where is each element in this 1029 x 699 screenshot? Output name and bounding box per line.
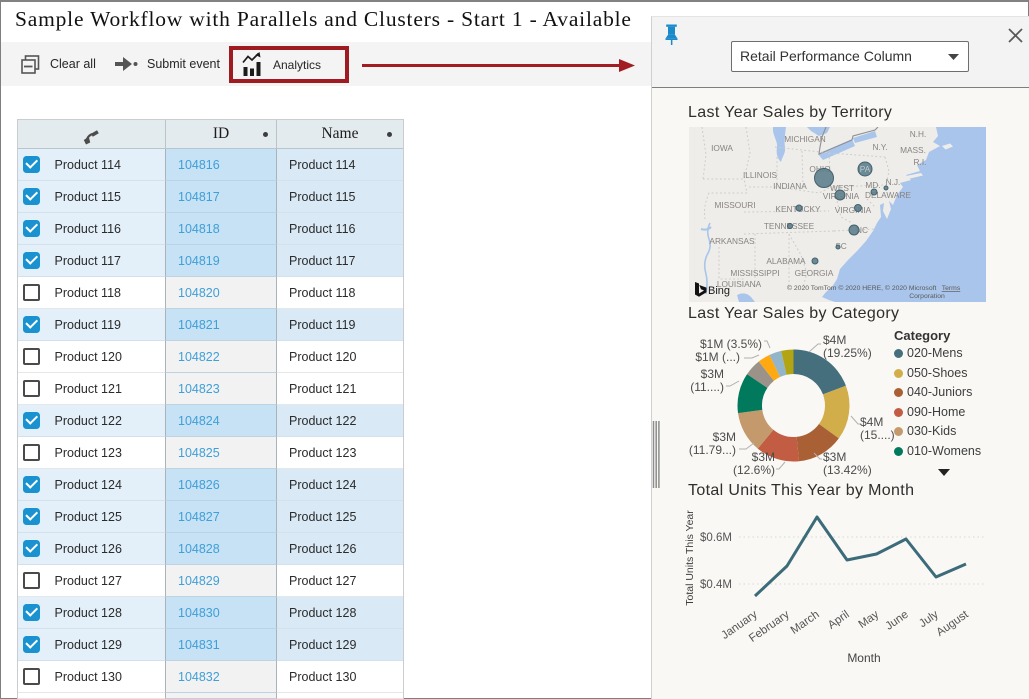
svg-text:(11....): (11....) — [690, 380, 724, 394]
svg-text:MICHIGAN: MICHIGAN — [784, 134, 826, 144]
svg-text:MD.: MD. — [865, 180, 880, 190]
svg-text:N.J.: N.J. — [886, 177, 901, 187]
svg-text:MISSOURI: MISSOURI — [714, 200, 755, 210]
svg-text:$1M (...): $1M (...) — [695, 350, 740, 364]
svg-text:$3M: $3M — [752, 450, 775, 464]
svg-text:$1M (3.5%): $1M (3.5%) — [700, 337, 762, 351]
svg-text:MASS.: MASS. — [900, 145, 926, 155]
svg-text:VIRGINIA: VIRGINIA — [835, 205, 872, 215]
svg-text:$4M: $4M — [860, 415, 883, 429]
svg-text:(19.25%): (19.25%) — [823, 346, 872, 360]
svg-text:Corporation: Corporation — [909, 293, 945, 300]
svg-text:ARKANSAS: ARKANSAS — [709, 236, 755, 246]
svg-text:IOWA: IOWA — [711, 143, 733, 153]
svg-text:(15....): (15....) — [860, 428, 895, 442]
svg-text:ALABAMA: ALABAMA — [766, 256, 806, 266]
svg-text:$3M: $3M — [713, 430, 736, 444]
svg-text:$0.6M: $0.6M — [700, 532, 732, 544]
svg-text:$4M: $4M — [823, 333, 846, 347]
svg-text:Total Units This Year: Total Units This Year — [684, 510, 696, 606]
svg-text:R.I.: R.I. — [914, 157, 927, 167]
svg-text:April: April — [826, 609, 852, 632]
svg-text:$0.4M: $0.4M — [700, 579, 732, 591]
svg-text:N.H.: N.H. — [910, 129, 927, 139]
svg-text:MISSISSIPPI: MISSISSIPPI — [730, 268, 779, 278]
svg-text:$3M: $3M — [823, 450, 846, 464]
svg-text:May: May — [857, 608, 882, 630]
svg-text:(12.6%): (12.6%) — [733, 463, 775, 477]
svg-text:INDIANA: INDIANA — [773, 181, 807, 191]
svg-text:© 2020 TomTom © 2020 HERE, © 2: © 2020 TomTom © 2020 HERE, © 2020 Micros… — [787, 284, 937, 292]
svg-text:Terms: Terms — [942, 285, 961, 292]
svg-text:N.Y.: N.Y. — [872, 142, 887, 152]
svg-text:Bing: Bing — [708, 285, 730, 297]
svg-text:(11.79...): (11.79...) — [689, 443, 736, 457]
svg-text:PA: PA — [860, 164, 871, 174]
svg-text:August: August — [935, 608, 972, 639]
svg-text:(13.42%): (13.42%) — [823, 463, 872, 477]
svg-text:June: June — [883, 609, 910, 633]
svg-text:March: March — [789, 609, 822, 637]
svg-text:GEORGIA: GEORGIA — [795, 268, 834, 278]
svg-text:$3M: $3M — [701, 367, 724, 381]
svg-text:Month: Month — [847, 651, 880, 665]
svg-text:ILLINOIS: ILLINOIS — [743, 170, 778, 180]
